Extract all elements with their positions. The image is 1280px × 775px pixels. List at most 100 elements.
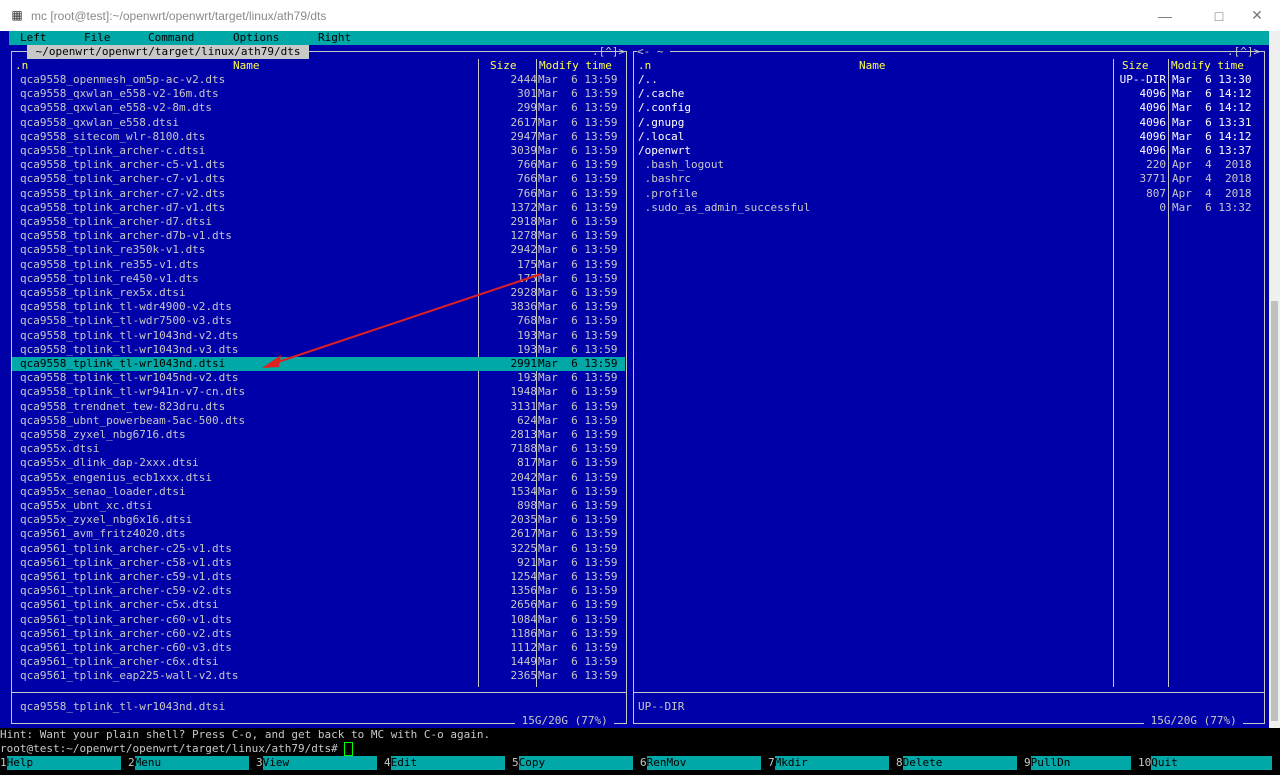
file-row[interactable]: .profile 807 Apr 4 2018 <box>634 187 1263 201</box>
menu-file[interactable]: File <box>84 31 111 45</box>
left-path[interactable]: ~/openwrt/openwrt/target/linux/ath79/dts <box>27 45 310 59</box>
file-row[interactable]: qca9558_zyxel_nbg6716.dts 2813 Mar 6 13:59 <box>12 428 625 442</box>
putty-icon[interactable]: ▦ <box>10 8 24 22</box>
command-line[interactable]: root@test:~/openwrt/openwrt/target/linux… <box>0 742 1280 756</box>
file-time: Mar 6 13:59 <box>538 200 618 214</box>
file-row[interactable]: .bashrc 3771 Apr 4 2018 <box>634 172 1263 186</box>
file-row[interactable]: qca9558_tplink_re450-v1.dts 175 Mar 6 13:5… <box>12 272 625 286</box>
file-row[interactable]: /.gnupg 4096 Mar 6 13:31 <box>634 116 1263 130</box>
file-row[interactable]: qca955x_senao_loader.dtsi 1534 Mar 6 13:59 <box>12 485 625 499</box>
fkey-copy[interactable]: 5Copy <box>512 756 640 770</box>
minimize-icon[interactable]: — <box>1142 0 1188 31</box>
file-name: .bash_logout <box>638 158 725 172</box>
fkey-delete[interactable]: 8Delete <box>896 756 1024 770</box>
file-size: 2947 <box>510 129 538 143</box>
file-row[interactable]: qca9558_tplink_archer-d7b-v1.dts 1278 Mar … <box>12 229 625 243</box>
menu-bar: Left File Command Options Right <box>9 31 1269 45</box>
file-size: 1278 <box>510 229 538 243</box>
window-scrollbar[interactable] <box>1269 31 1280 728</box>
file-row[interactable]: qca9561_tplink_archer-c58-v1.dts 921 Mar 6… <box>12 556 625 570</box>
file-row[interactable]: qca9558_tplink_re355-v1.dts 175 Mar 6 13:5… <box>12 258 625 272</box>
right-col-size[interactable]: Size <box>1122 59 1149 73</box>
file-row[interactable]: qca9558_qxwlan_e558-v2-8m.dts 299 Mar 6 13… <box>12 101 625 115</box>
file-time: Apr 4 2018 <box>1172 158 1252 172</box>
fkey-renmov[interactable]: 6RenMov <box>640 756 768 770</box>
menu-left[interactable]: Left <box>20 31 47 45</box>
left-col-name[interactable]: Name <box>233 59 260 73</box>
file-row[interactable]: qca9558_qxwlan_e558-v2-16m.dts 301 Mar 6 1… <box>12 87 625 101</box>
file-row[interactable]: qca9558_tplink_archer-c5-v1.dts 766 Mar 6 … <box>12 158 625 172</box>
file-row[interactable]: qca9558_tplink_rex5x.dtsi 2928 Mar 6 13:59 <box>12 286 625 300</box>
file-row[interactable]: qca9558_tplink_tl-wr1045nd-v2.dts 193 Mar … <box>12 371 625 385</box>
right-col-time[interactable]: Modify time <box>1171 59 1244 73</box>
file-row[interactable]: qca9558_tplink_tl-wr941n-v7-cn.dts 1948 Ma… <box>12 385 625 399</box>
fkey-menu[interactable]: 2Menu <box>128 756 256 770</box>
file-row[interactable]: qca9558_sitecom_wlr-8100.dts 2947 Mar 6 13… <box>12 130 625 144</box>
right-col-name[interactable]: Name <box>859 59 886 73</box>
file-row[interactable]: .sudo_as_admin_successful 0 Mar 6 13:32 <box>634 201 1263 215</box>
fkey-mkdir[interactable]: 7Mkdir <box>768 756 896 770</box>
file-name: qca9558_tplink_archer-c7-v1.dts <box>20 172 226 186</box>
left-sort-indicator[interactable]: .n <box>15 59 28 73</box>
file-time: Mar 6 13:59 <box>538 513 618 527</box>
file-row[interactable]: .bash_logout 220 Apr 4 2018 <box>634 158 1263 172</box>
fkey-pulldn[interactable]: 9PullDn <box>1024 756 1138 770</box>
file-name: qca9558_tplink_tl-wr1045nd-v2.dts <box>20 371 239 385</box>
file-row[interactable]: qca9558_tplink_archer-c7-v1.dts 766 Mar 6 … <box>12 172 625 186</box>
file-row[interactable]: qca9561_tplink_eap225-wall-v2.dts 2365 Mar… <box>12 669 625 683</box>
menu-options[interactable]: Options <box>233 31 279 45</box>
scrollbar-thumb[interactable] <box>1271 301 1278 721</box>
fkey-help[interactable]: 1Help <box>0 756 128 770</box>
file-time: Mar 6 13:59 <box>538 413 618 427</box>
left-col-size[interactable]: Size <box>490 59 517 73</box>
file-row[interactable]: qca9561_tplink_archer-c60-v1.dts 1084 Mar … <box>12 613 625 627</box>
file-row[interactable]: /.config 4096 Mar 6 14:12 <box>634 101 1263 115</box>
fkey-view[interactable]: 3View <box>256 756 384 770</box>
file-row[interactable]: /.. UP--DIR Mar 6 13:30 <box>634 73 1263 87</box>
file-row[interactable]: qca9561_tplink_archer-c60-v3.dts 1112 Mar … <box>12 641 625 655</box>
fkey-quit[interactable]: 10Quit <box>1138 756 1280 770</box>
menu-right[interactable]: Right <box>318 31 351 45</box>
file-row[interactable]: /.cache 4096 Mar 6 14:12 <box>634 87 1263 101</box>
file-row[interactable]: qca9561_tplink_archer-c59-v2.dts 1356 Mar … <box>12 584 625 598</box>
menu-command[interactable]: Command <box>148 31 194 45</box>
file-row[interactable]: qca955x_zyxel_nbg6x16.dtsi 2035 Mar 6 13:5… <box>12 513 625 527</box>
file-row[interactable]: qca9558_tplink_archer-d7-v1.dts 1372 Mar 6… <box>12 201 625 215</box>
function-key-bar: 1Help 2Menu 3View 4Edit 5Copy 6RenMov 7Mkdir 8D… <box>0 756 1280 775</box>
file-row[interactable]: qca9558_tplink_tl-wr1043nd-v3.dts 193 Mar … <box>12 343 625 357</box>
right-path[interactable]: <- ~ <box>637 45 671 59</box>
file-row[interactable]: qca9561_tplink_archer-c6x.dtsi 1449 Mar 6 … <box>12 655 625 669</box>
file-row[interactable]: qca9561_tplink_archer-c25-v1.dts 3225 Mar … <box>12 542 625 556</box>
file-row[interactable]: qca955x_engenius_ecb1xxx.dtsi 2042 Mar 6 1… <box>12 471 625 485</box>
file-row[interactable]: qca9558_tplink_archer-d7.dtsi 2918 Mar 6 1… <box>12 215 625 229</box>
right-panel[interactable]: <- ~ .[^]> .n Name Size Modify time /.. U… <box>631 45 1269 728</box>
file-row[interactable]: qca9561_avm_fritz4020.dts 2617 Mar 6 13:59 <box>12 527 625 541</box>
file-row[interactable]: qca9558_openmesh_om5p-ac-v2.dts 2444 Mar 6… <box>12 73 625 87</box>
file-row[interactable]: qca955x.dtsi 7188 Mar 6 13:59 <box>12 442 625 456</box>
file-row[interactable]: qca9558_trendnet_tew-823dru.dts 3131 Mar 6… <box>12 400 625 414</box>
file-row[interactable]: /.local 4096 Mar 6 14:12 <box>634 130 1263 144</box>
file-row[interactable]: qca9558_tplink_archer-c7-v2.dts 766 Mar 6 … <box>12 187 625 201</box>
file-row[interactable]: qca9558_ubnt_powerbeam-5ac-500.dts 624 Mar… <box>12 414 625 428</box>
fkey-edit[interactable]: 4Edit <box>384 756 512 770</box>
left-corner-buttons[interactable]: .[^]> <box>592 45 625 59</box>
close-icon[interactable]: ✕ <box>1234 0 1280 31</box>
file-row[interactable]: qca9558_tplink_tl-wdr7500-v3.dts 768 Mar 6… <box>12 314 625 328</box>
file-row[interactable]: qca9558_tplink_tl-wr1043nd-v2.dts 193 Mar … <box>12 329 625 343</box>
file-row[interactable]: qca955x_dlink_dap-2xxx.dtsi 817 Mar 6 13:5… <box>12 456 625 470</box>
file-row[interactable]: qca9558_qxwlan_e558.dtsi 2617 Mar 6 13:59 <box>12 116 625 130</box>
file-row[interactable]: qca9558_tplink_tl-wdr4900-v2.dts 3836 Mar … <box>12 300 625 314</box>
file-row[interactable]: qca9561_tplink_archer-c59-v1.dts 1254 Mar … <box>12 570 625 584</box>
file-row[interactable]: qca9558_tplink_archer-c.dtsi 3039 Mar 6 13… <box>12 144 625 158</box>
right-sort-indicator[interactable]: .n <box>638 59 651 73</box>
file-row[interactable]: qca9558_tplink_re350k-v1.dts 2942 Mar 6 13… <box>12 243 625 257</box>
file-row[interactable]: /openwrt 4096 Mar 6 13:37 <box>634 144 1263 158</box>
left-col-time[interactable]: Modify time <box>539 59 612 73</box>
file-row[interactable]: qca9558_tplink_tl-wr1043nd.dtsi 2991 Mar 6… <box>12 357 625 371</box>
file-row[interactable]: qca9561_tplink_archer-c60-v2.dts 1186 Mar … <box>12 627 625 641</box>
file-row[interactable]: qca9561_tplink_archer-c5x.dtsi 2656 Mar 6 … <box>12 598 625 612</box>
file-size: 3225 <box>510 541 538 555</box>
left-panel[interactable]: ~/openwrt/openwrt/target/linux/ath79/dts… <box>9 45 629 728</box>
file-row[interactable]: qca955x_ubnt_xc.dtsi 898 Mar 6 13:59 <box>12 499 625 513</box>
right-corner-buttons[interactable]: .[^]> <box>1227 45 1260 59</box>
